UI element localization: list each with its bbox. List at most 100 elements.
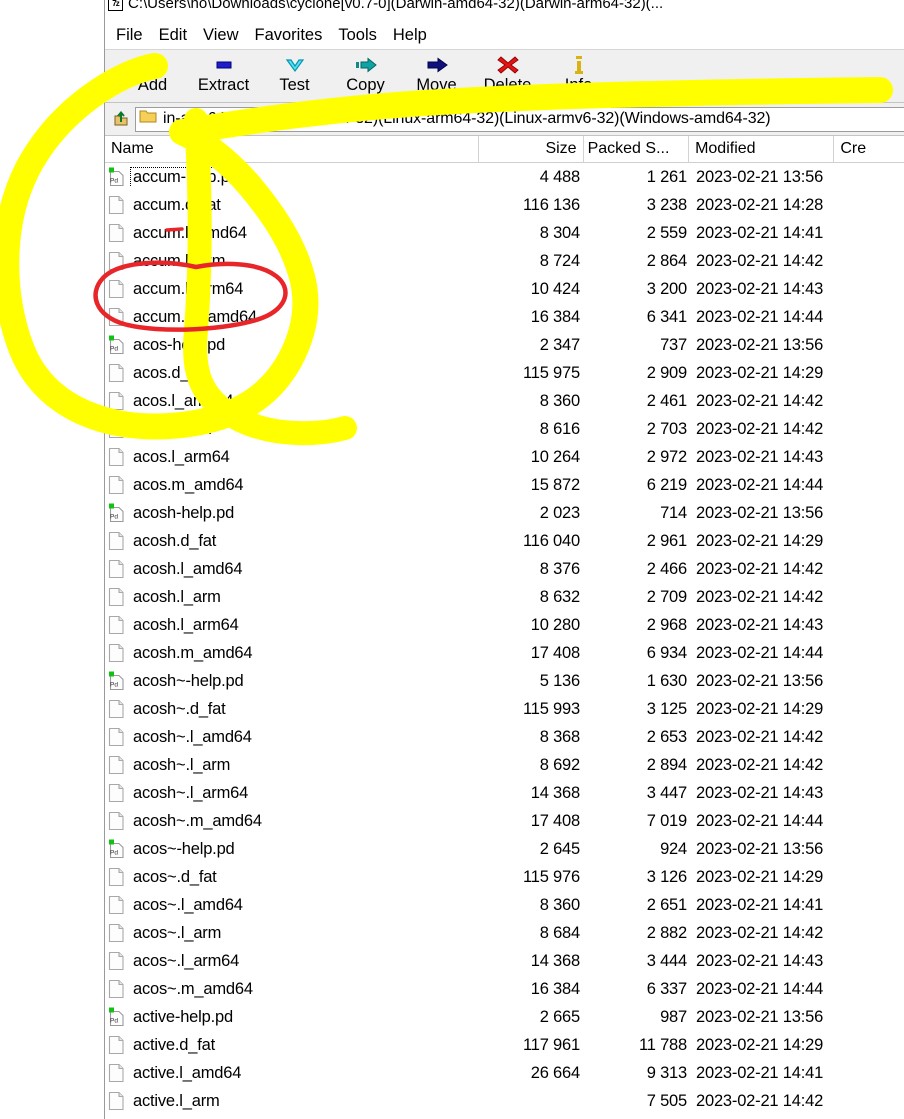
toolbar-button-move[interactable]: Move	[401, 53, 472, 95]
toolbar-button-extract[interactable]: Extract	[188, 53, 259, 95]
table-row[interactable]: acos.m_amd64 15 872 6 219 2023-02-21 14:44	[105, 471, 904, 499]
file-name-cell[interactable]: active.l_amd64	[105, 1063, 481, 1083]
table-row[interactable]: acosh~.l_arm64 14 368 3 447 2023-02-21 14:4…	[105, 779, 904, 807]
file-name-cell[interactable]: acosh~.l_amd64	[105, 727, 481, 747]
file-name-cell[interactable]: acos.l_arm	[105, 419, 481, 439]
menu-item-tools[interactable]: Tools	[338, 25, 385, 46]
table-row[interactable]: accum.l_arm64 10 424 3 200 2023-02-21 14:43	[105, 275, 904, 303]
table-row[interactable]: acosh.m_amd64 17 408 6 934 2023-02-21 14:44	[105, 639, 904, 667]
menu-item-view[interactable]: View	[203, 25, 246, 46]
file-name-cell[interactable]: acos~.m_amd64	[105, 979, 481, 999]
file-name-cell[interactable]: acosh.l_arm	[105, 587, 481, 607]
file-name-cell[interactable]: acosh~.l_arm	[105, 755, 481, 775]
blank-doc-icon	[108, 615, 125, 635]
file-name-cell[interactable]: Pd active-help.pd	[105, 1007, 481, 1027]
menu-item-edit[interactable]: Edit	[159, 25, 195, 46]
file-name-cell[interactable]: acos~.l_amd64	[105, 895, 481, 915]
file-modified-cell: 2023-02-21 13:56	[696, 1007, 824, 1026]
table-row[interactable]: Pd acos-help.pd 2 347 737 2023-02-21 13:56	[105, 331, 904, 359]
table-row[interactable]: acosh.l_arm64 10 280 2 968 2023-02-21 14:43	[105, 611, 904, 639]
table-row[interactable]: Pd acosh~-help.pd 5 136 1 630 2023-02-21 13:…	[105, 667, 904, 695]
file-modified-cell: 2023-02-21 14:42	[696, 755, 824, 774]
table-row[interactable]: acosh~.l_arm 8 692 2 894 2023-02-21 14:42	[105, 751, 904, 779]
file-size-cell: 8 368	[539, 727, 580, 746]
file-name-cell[interactable]: acosh~.d_fat	[105, 699, 481, 719]
toolbar-button-copy[interactable]: Copy	[330, 53, 401, 95]
svg-text:Pd: Pd	[110, 346, 118, 353]
file-name-cell[interactable]: acos~.d_fat	[105, 867, 481, 887]
table-row[interactable]: active.d_fat 117 961 11 788 2023-02-21 14:2…	[105, 1031, 904, 1059]
menu-item-file[interactable]: File	[116, 25, 151, 46]
file-name-cell[interactable]: accum.l_arm64	[105, 279, 481, 299]
file-modified-cell: 2023-02-21 14:29	[696, 1035, 824, 1054]
column-header-packed-size[interactable]: Packed S...	[584, 135, 690, 163]
column-header-created[interactable]: Cre	[834, 136, 904, 163]
table-row[interactable]: acos.l_arm64 10 264 2 972 2023-02-21 14:43	[105, 443, 904, 471]
column-header-name[interactable]: Name	[105, 135, 480, 163]
file-name-cell[interactable]: Pd acosh-help.pd	[105, 503, 481, 523]
file-name-cell[interactable]: Pd accum-help.pd	[105, 167, 481, 187]
file-name-cell[interactable]: Pd acosh~-help.pd	[105, 671, 481, 691]
table-row[interactable]: acosh.l_amd64 8 376 2 466 2023-02-21 14:42	[105, 555, 904, 583]
column-header-modified[interactable]: Modified	[689, 135, 835, 163]
table-row[interactable]: acosh~.m_amd64 17 408 7 019 2023-02-21 14:4…	[105, 807, 904, 835]
file-modified-cell: 2023-02-21 14:44	[696, 811, 824, 830]
file-name-cell[interactable]: acos~.l_arm	[105, 923, 481, 943]
file-name-cell[interactable]: Pd acos-help.pd	[105, 335, 481, 355]
file-name-cell[interactable]: acos.l_amd64	[105, 391, 481, 411]
table-row[interactable]: acos~.l_amd64 8 360 2 651 2023-02-21 14:41	[105, 891, 904, 919]
file-name-cell[interactable]: acos~.l_arm64	[105, 951, 481, 971]
file-list[interactable]: Pd accum-help.pd 4 488 1 261 2023-02-21 13:5…	[105, 163, 904, 1115]
file-name-cell[interactable]: acosh.d_fat	[105, 531, 481, 551]
table-row[interactable]: acosh.l_arm 8 632 2 709 2023-02-21 14:42	[105, 583, 904, 611]
table-row[interactable]: accum.d_fat 116 136 3 238 2023-02-21 14:28	[105, 191, 904, 219]
up-folder-icon[interactable]	[109, 107, 133, 131]
table-row[interactable]: acos~.m_amd64 16 384 6 337 2023-02-21 14:44	[105, 975, 904, 1003]
blank-doc-icon	[108, 223, 125, 243]
file-name-cell[interactable]: accum.m_amd64	[105, 307, 481, 327]
file-name-cell[interactable]: acosh.l_amd64	[105, 559, 481, 579]
file-modified-cell: 2023-02-21 14:41	[696, 895, 824, 914]
table-row[interactable]: Pd acosh-help.pd 2 023 714 2023-02-21 13:56	[105, 499, 904, 527]
table-row[interactable]: acosh.d_fat 116 040 2 961 2023-02-21 14:29	[105, 527, 904, 555]
address-input[interactable]: in-arm64-32)(Linux-amd64-32)(Linux-arm64…	[135, 106, 904, 132]
toolbar-button-test[interactable]: Test	[259, 53, 330, 95]
menu-item-favorites[interactable]: Favorites	[255, 25, 331, 46]
file-name-cell[interactable]: accum.l_arm	[105, 251, 481, 271]
table-row[interactable]: Pd accum-help.pd 4 488 1 261 2023-02-21 13:5…	[105, 163, 904, 191]
file-name-cell[interactable]: acos.l_arm64	[105, 447, 481, 467]
table-row[interactable]: Pd acos~-help.pd 2 645 924 2023-02-21 13:56	[105, 835, 904, 863]
table-row[interactable]: acosh~.l_amd64 8 368 2 653 2023-02-21 14:42	[105, 723, 904, 751]
file-name-cell[interactable]: acosh.l_arm64	[105, 615, 481, 635]
table-row[interactable]: acos.l_arm 8 616 2 703 2023-02-21 14:42	[105, 415, 904, 443]
file-name-cell[interactable]: acosh~.m_amd64	[105, 811, 481, 831]
file-name-cell[interactable]: active.l_arm	[105, 1091, 481, 1111]
file-name-cell[interactable]: active.d_fat	[105, 1035, 481, 1055]
file-packed-size-cell: 2 968	[646, 615, 687, 634]
file-name-cell[interactable]: accum.l_amd64	[105, 223, 481, 243]
file-name-cell[interactable]: acos.m_amd64	[105, 475, 481, 495]
toolbar-button-delete[interactable]: Delete	[472, 53, 543, 95]
file-name-cell[interactable]: acos.d_fat	[105, 363, 481, 383]
menu-item-help[interactable]: Help	[393, 25, 435, 46]
file-name-cell[interactable]: acosh~.l_arm64	[105, 783, 481, 803]
table-row[interactable]: Pd active-help.pd 2 665 987 2023-02-21 13:56	[105, 1003, 904, 1031]
table-row[interactable]: acos~.d_fat 115 976 3 126 2023-02-21 14:29	[105, 863, 904, 891]
table-row[interactable]: acos.d_fat 115 975 2 909 2023-02-21 14:29	[105, 359, 904, 387]
table-row[interactable]: accum.l_amd64 8 304 2 559 2023-02-21 14:41	[105, 219, 904, 247]
table-row[interactable]: acosh~.d_fat 115 993 3 125 2023-02-21 14:29	[105, 695, 904, 723]
table-row[interactable]: accum.m_amd64 16 384 6 341 2023-02-21 14:44	[105, 303, 904, 331]
blank-doc-icon	[108, 531, 125, 551]
toolbar-button-add[interactable]: Add	[117, 53, 188, 95]
table-row[interactable]: accum.l_arm 8 724 2 864 2023-02-21 14:42	[105, 247, 904, 275]
toolbar-button-label: Info	[564, 76, 593, 94]
table-row[interactable]: acos~.l_arm64 14 368 3 444 2023-02-21 14:43	[105, 947, 904, 975]
file-name-cell[interactable]: Pd acos~-help.pd	[105, 839, 481, 859]
file-name-cell[interactable]: accum.d_fat	[105, 195, 481, 215]
file-name-cell[interactable]: acosh.m_amd64	[105, 643, 481, 663]
toolbar-button-info[interactable]: Info	[543, 53, 614, 95]
table-row[interactable]: active.l_amd64 26 664 9 313 2023-02-21 14:4…	[105, 1059, 904, 1087]
table-row[interactable]: acos.l_amd64 8 360 2 461 2023-02-21 14:42	[105, 387, 904, 415]
column-header-size[interactable]: Size	[479, 135, 584, 163]
table-row[interactable]: acos~.l_arm 8 684 2 882 2023-02-21 14:42	[105, 919, 904, 947]
